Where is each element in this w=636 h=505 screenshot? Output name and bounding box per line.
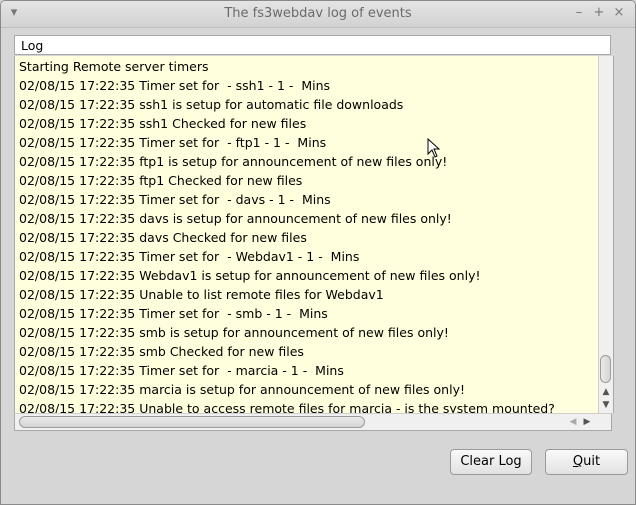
clear-log-button[interactable]: Clear Log	[450, 449, 532, 475]
log-line[interactable]: 02/08/15 17:22:35 Timer set for - Webdav…	[15, 247, 599, 266]
quit-mnemonic: Q	[572, 454, 584, 469]
log-line[interactable]: 02/08/15 17:22:35 Timer set for - davs -…	[15, 190, 599, 209]
log-column-header[interactable]: Log	[14, 35, 611, 55]
log-lines: Starting Remote server timers 02/08/15 17…	[15, 57, 599, 413]
log-line[interactable]: 02/08/15 17:22:35 ftp1 is setup for anno…	[15, 152, 599, 171]
log-line[interactable]: 02/08/15 17:22:35 marcia is setup for an…	[15, 380, 599, 399]
mouse-pointer-icon	[427, 138, 441, 158]
log-line[interactable]: 02/08/15 17:22:35 Unable to access remot…	[15, 399, 599, 413]
log-window: ▾ The fs3webdav log of events – + × Log …	[0, 0, 636, 505]
window-title: The fs3webdav log of events	[224, 6, 412, 21]
log-line[interactable]: 02/08/15 17:22:35 davs Checked for new f…	[15, 228, 599, 247]
log-line[interactable]: 02/08/15 17:22:35 Timer set for - ssh1 -…	[15, 76, 599, 95]
log-line[interactable]: 02/08/15 17:22:35 smb Checked for new fi…	[15, 342, 599, 361]
log-line[interactable]: 02/08/15 17:22:35 davs is setup for anno…	[15, 209, 599, 228]
log-line[interactable]: 02/08/15 17:22:35 ssh1 Checked for new f…	[15, 114, 599, 133]
log-line[interactable]: 02/08/15 17:22:35 ssh1 is setup for auto…	[15, 95, 599, 114]
scroll-up-icon[interactable]: ▲	[599, 386, 613, 398]
vertical-scroll-thumb[interactable]	[600, 355, 611, 383]
maximize-icon[interactable]: +	[591, 5, 607, 21]
scroll-down-icon[interactable]: ▼	[599, 399, 613, 411]
close-icon[interactable]: ×	[611, 5, 627, 21]
vertical-scrollbar[interactable]: ▲ ▼	[598, 56, 614, 413]
title-bar[interactable]: ▾ The fs3webdav log of events – + ×	[1, 1, 635, 28]
quit-label-rest: uit	[583, 454, 601, 469]
log-line[interactable]: 02/08/15 17:22:35 Timer set for - marcia…	[15, 361, 599, 380]
log-line[interactable]: 02/08/15 17:22:35 Timer set for - ftp1 -…	[15, 133, 599, 152]
horizontal-scroll-thumb[interactable]	[19, 416, 365, 428]
log-line[interactable]: 02/08/15 17:22:35 smb is setup for annou…	[15, 323, 599, 342]
log-line[interactable]: 02/08/15 17:22:35 Unable to list remote …	[15, 285, 599, 304]
log-list[interactable]: Starting Remote server timers 02/08/15 17…	[14, 56, 599, 413]
minimize-icon[interactable]: –	[571, 5, 587, 21]
log-line[interactable]: 02/08/15 17:22:35 ftp1 Checked for new f…	[15, 171, 599, 190]
scroll-left-icon[interactable]: ◀	[567, 416, 579, 428]
log-line[interactable]: 02/08/15 17:22:35 Timer set for - smb - …	[15, 304, 599, 323]
log-line[interactable]: Starting Remote server timers	[15, 57, 599, 76]
scroll-right-icon[interactable]: ▶	[581, 416, 593, 428]
horizontal-scrollbar[interactable]: ◀ ▶	[14, 413, 612, 431]
quit-button[interactable]: Quit	[545, 449, 628, 475]
log-line[interactable]: 02/08/15 17:22:35 Webdav1 is setup for a…	[15, 266, 599, 285]
